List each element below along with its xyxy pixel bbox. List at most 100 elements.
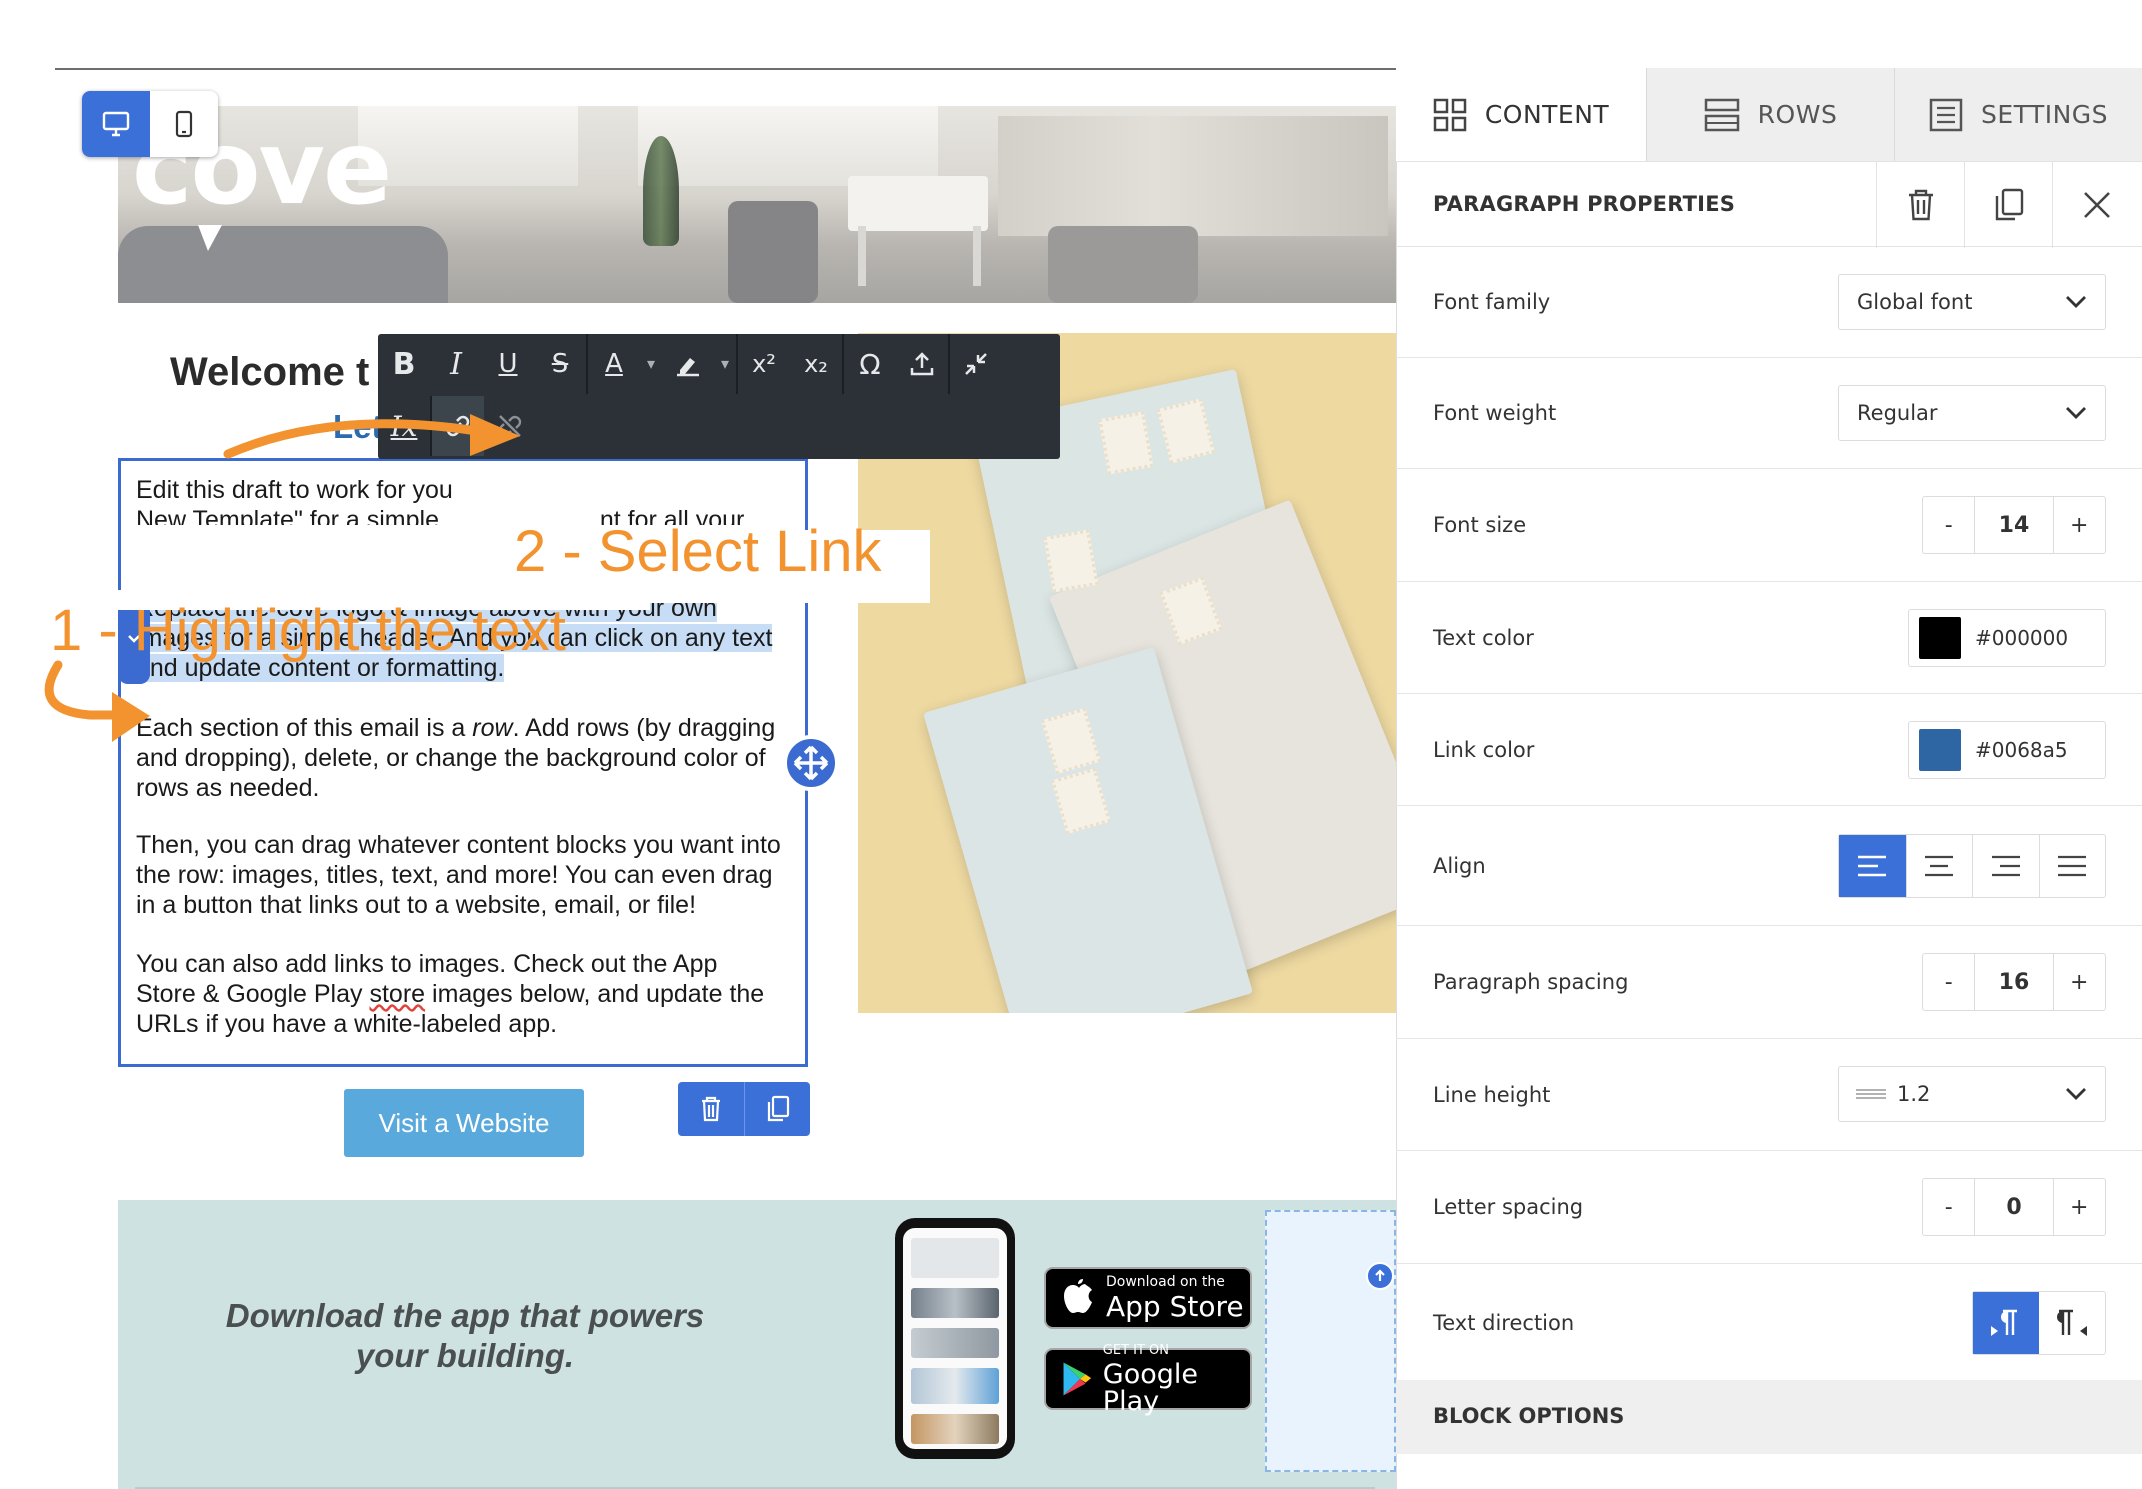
line-height-label: Line height — [1433, 1083, 1551, 1107]
align-justify-icon — [2058, 855, 2087, 877]
section-title: PARAGRAPH PROPERTIES — [1433, 192, 1736, 216]
rtl-direction-button[interactable] — [2039, 1292, 2105, 1354]
google-play-badge[interactable]: GET IT ON Google Play — [1044, 1344, 1252, 1415]
app-store-text: Download on the App Store — [1106, 1275, 1244, 1321]
google-play-icon — [1063, 1362, 1092, 1396]
google-play-big-text: Google Play — [1102, 1358, 1198, 1417]
screen-block — [911, 1288, 999, 1318]
phone-screen — [903, 1228, 1007, 1449]
link-color-value: #0068a5 — [1975, 738, 2068, 762]
block-options-title: BLOCK OPTIONS — [1433, 1404, 1625, 1428]
google-play-text: GET IT ON Google Play — [1103, 1344, 1250, 1415]
text-color-picker[interactable]: #000000 — [1908, 609, 2106, 667]
font-size-stepper: - 14 + — [1922, 496, 2106, 554]
screen-block — [911, 1368, 999, 1404]
align-right-icon — [1991, 855, 2020, 877]
screen-block — [911, 1328, 999, 1358]
font-family-value: Global font — [1857, 290, 1973, 314]
text-direction-buttons — [1972, 1291, 2106, 1355]
font-family-label: Font family — [1433, 290, 1551, 314]
letter-spacing-row: Letter spacing - 0 + — [1396, 1151, 2142, 1264]
line-height-row: Line height 1.2 — [1396, 1039, 2142, 1151]
tab-rows-label: ROWS — [1757, 100, 1838, 129]
block-options-header[interactable]: BLOCK OPTIONS — [1396, 1380, 2142, 1454]
tab-settings-label: SETTINGS — [1980, 100, 2109, 129]
rows-icon — [1704, 98, 1739, 131]
font-weight-row: Font weight Regular — [1396, 358, 2142, 469]
settings-icon — [1929, 98, 1963, 131]
app-row-text[interactable]: Download the app that powers your buildi… — [195, 1296, 735, 1376]
tab-content-label: CONTENT — [1484, 100, 1610, 129]
font-size-input[interactable]: 14 — [1974, 497, 2054, 553]
text-color-row: Text color #000000 — [1396, 582, 2142, 694]
text-color-swatch — [1919, 617, 1961, 659]
screen-block — [911, 1414, 999, 1444]
align-justify-button[interactable] — [2038, 835, 2106, 897]
screen-block — [911, 1238, 999, 1278]
align-left-button[interactable] — [1839, 835, 1906, 897]
text-direction-row: Text direction — [1396, 1264, 2142, 1380]
font-weight-label: Font weight — [1433, 401, 1557, 425]
paragraph-spacing-label: Paragraph spacing — [1433, 970, 1629, 994]
app-store-big-text: App Store — [1106, 1290, 1244, 1323]
arrow-head — [112, 692, 150, 742]
align-buttons — [1838, 834, 2106, 898]
google-play-small-text: GET IT ON — [1102, 1342, 1170, 1358]
chevron-down-icon — [2066, 296, 2086, 308]
link-color-row: Link color #0068a5 — [1396, 694, 2142, 806]
paragraph-spacing-input[interactable]: 16 — [1974, 954, 2054, 1010]
font-weight-value: Regular — [1857, 401, 1938, 425]
font-size-increase-button[interactable]: + — [2054, 497, 2105, 553]
tab-settings[interactable]: SETTINGS — [1894, 68, 2142, 161]
align-right-button[interactable] — [1972, 835, 2039, 897]
font-weight-select[interactable]: Regular — [1838, 385, 2106, 441]
panel-tabs: CONTENT ROWS SETTINGS — [1396, 68, 2142, 161]
paragraph-spacing-increase-button[interactable]: + — [2054, 954, 2105, 1010]
line-height-icon — [1856, 1089, 1886, 1099]
arrow-to-link-button — [223, 419, 475, 459]
letter-spacing-decrease-button[interactable]: - — [1923, 1179, 1974, 1235]
arrow-head — [470, 414, 520, 456]
paragraph-spacing-row: Paragraph spacing - 16 + — [1396, 926, 2142, 1039]
paragraph-spacing-decrease-button[interactable]: - — [1923, 954, 1974, 1010]
app-store-small-text: Download on the — [1106, 1274, 1225, 1290]
duplicate-icon — [1995, 188, 2023, 221]
link-color-picker[interactable]: #0068a5 — [1908, 721, 2106, 779]
move-up-button[interactable] — [1366, 1262, 1394, 1290]
close-panel-button[interactable] — [2052, 162, 2140, 248]
font-size-decrease-button[interactable]: - — [1923, 497, 1974, 553]
empty-column-dropzone[interactable] — [1265, 1210, 1396, 1472]
ltr-direction-button[interactable] — [1973, 1292, 2039, 1354]
align-row: Align — [1396, 806, 2142, 926]
align-left-icon — [1858, 855, 1887, 877]
chevron-down-icon — [2066, 1088, 2086, 1100]
letter-spacing-stepper: - 0 + — [1922, 1178, 2106, 1236]
font-family-select[interactable]: Global font — [1838, 274, 2106, 330]
grid-icon — [1433, 98, 1467, 131]
duplicate-block-panel-button[interactable] — [1964, 162, 2052, 248]
line-height-value: 1.2 — [1897, 1082, 1931, 1106]
font-family-row: Font family Global font — [1396, 247, 2142, 358]
align-label: Align — [1433, 854, 1486, 878]
tab-rows[interactable]: ROWS — [1646, 68, 1894, 161]
text-color-value: #000000 — [1975, 626, 2069, 650]
paragraph-spacing-stepper: - 16 + — [1922, 953, 2106, 1011]
font-size-row: Font size - 14 + — [1396, 469, 2142, 582]
apple-icon — [1064, 1279, 1092, 1313]
text-direction-label: Text direction — [1433, 1311, 1575, 1335]
chevron-down-icon — [2066, 407, 2086, 419]
link-color-label: Link color — [1433, 738, 1535, 762]
align-center-button[interactable] — [1905, 835, 1973, 897]
arrow-to-selection — [44, 660, 123, 720]
delete-block-panel-button[interactable] — [1876, 162, 1964, 248]
ltr-paragraph-icon — [1991, 1309, 2017, 1336]
text-color-label: Text color — [1433, 626, 1534, 650]
letter-spacing-increase-button[interactable]: + — [2054, 1179, 2105, 1235]
letter-spacing-input[interactable]: 0 — [1974, 1179, 2054, 1235]
close-icon — [2083, 192, 2110, 218]
app-store-badge[interactable]: Download on the App Store — [1044, 1267, 1252, 1329]
line-height-select[interactable]: 1.2 — [1838, 1066, 2106, 1122]
align-center-icon — [1925, 855, 1954, 877]
tab-content[interactable]: CONTENT — [1396, 68, 1646, 161]
link-color-swatch — [1919, 729, 1961, 771]
